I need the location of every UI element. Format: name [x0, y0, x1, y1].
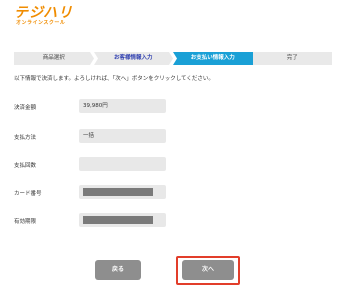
step-label: お客様情報入力 — [113, 55, 153, 61]
form-row-installments: 支払回数 — [14, 157, 174, 171]
card-number-field — [79, 185, 166, 199]
step-customer-info: お客様情報入力 — [93, 52, 177, 65]
payment-method-field: 一括 — [79, 129, 166, 143]
logo-sub-text: オンラインスクール — [16, 20, 66, 26]
payment-confirmation-page: テジハリ オンラインスクール 商品選択 お客様情報入力 お支払い情報入力 完了 … — [0, 0, 341, 300]
field-label: カード番号 — [14, 191, 42, 197]
form-row-payment-method: 支払方法 一括 — [14, 129, 174, 143]
step-chevron-icon — [169, 52, 177, 65]
field-label: 有効期限 — [14, 219, 37, 225]
form-row-card-number: カード番号 — [14, 185, 174, 199]
progress-steps: 商品選択 お客様情報入力 お支払い情報入力 完了 — [14, 52, 332, 65]
step-product-select: 商品選択 — [14, 52, 98, 65]
logo[interactable]: テジハリ オンラインスクール — [14, 6, 94, 28]
back-button[interactable]: 戻る — [95, 260, 141, 280]
step-label: 商品選択 — [42, 55, 65, 61]
step-label: 完了 — [286, 55, 298, 61]
redacted-mask — [83, 216, 153, 224]
field-label: 支払方法 — [14, 135, 37, 141]
redacted-mask — [83, 188, 153, 196]
form-row-expiry: 有効期限 — [14, 213, 174, 227]
step-payment-info: お支払い情報入力 — [173, 52, 253, 65]
intro-text: 以下情報で決済します。よろしければ、「次へ」ボタンをクリックしてください。 — [14, 76, 214, 82]
step-label: お支払い情報入力 — [190, 55, 235, 61]
step-complete: 完了 — [252, 52, 332, 65]
amount-field: 39,980円 — [79, 99, 166, 113]
step-chevron-icon — [248, 52, 253, 65]
field-label: 支払回数 — [14, 163, 37, 169]
form-row-amount: 決済金額 39,980円 — [14, 99, 174, 113]
logo-main-text: テジハリ — [14, 5, 74, 21]
step-chevron-icon — [89, 52, 98, 65]
field-label: 決済金額 — [14, 105, 37, 111]
next-button[interactable]: 次へ — [182, 260, 234, 280]
installments-field — [79, 157, 166, 171]
expiry-field — [79, 213, 166, 227]
